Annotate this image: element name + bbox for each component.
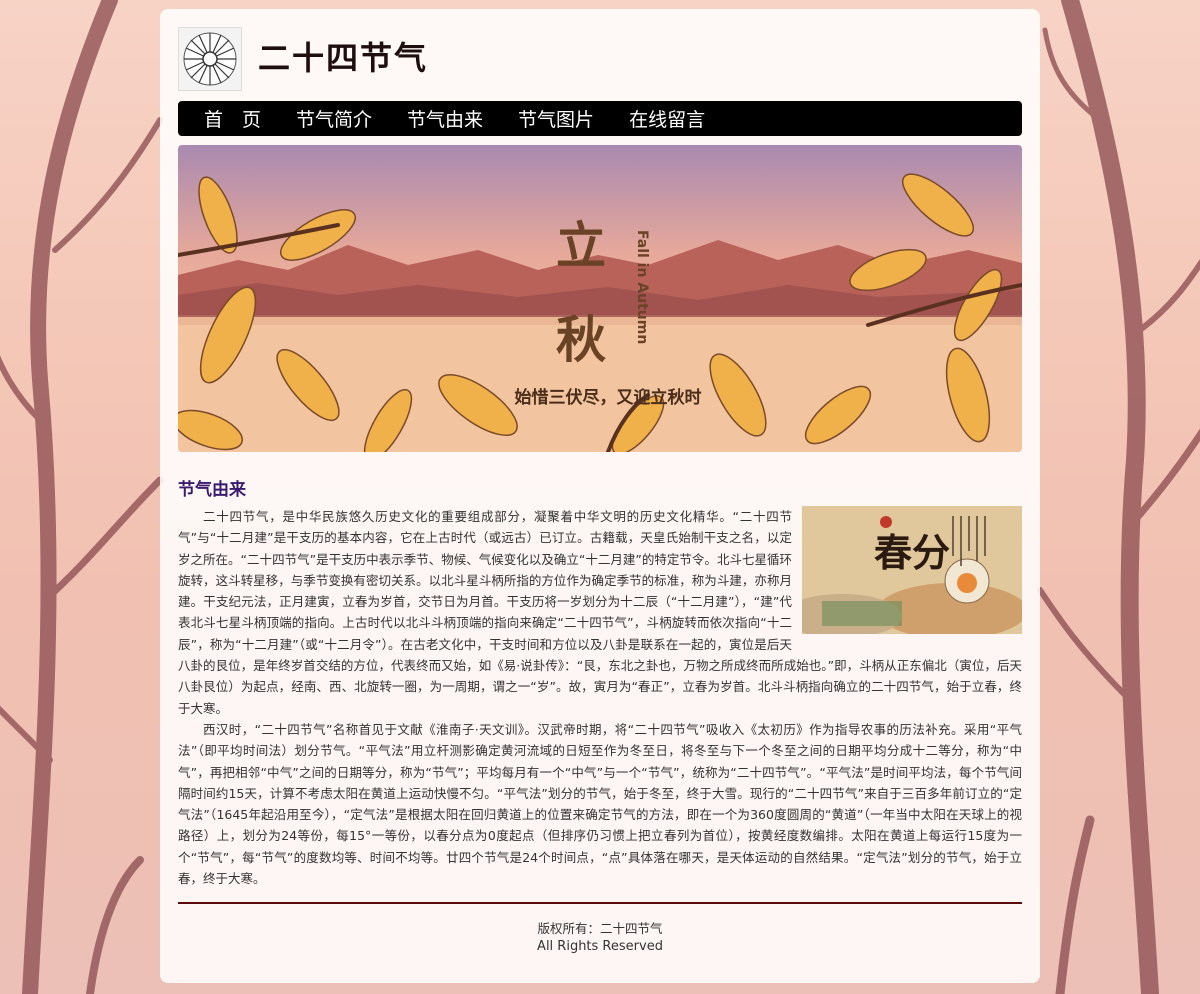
banner-headline-1: 立 [556, 216, 606, 275]
article-thumbnail: 春分 [802, 506, 1022, 634]
banner-headline-2: 秋 [556, 310, 606, 369]
page-container: 二十四节气 首 页 节气简介 节气由来 节气图片 在线留言 立 秋 Fall i… [160, 9, 1040, 983]
main-nav: 首 页 节气简介 节气由来 节气图片 在线留言 [178, 101, 1022, 136]
solar-terms-logo-icon [183, 32, 237, 86]
nav-item-home[interactable]: 首 页 [204, 105, 261, 132]
banner-caption: 始惜三伏尽，又迎立秋时 [515, 387, 702, 408]
footer-divider [178, 902, 1022, 904]
nav-item-intro[interactable]: 节气简介 [296, 105, 372, 132]
thumbnail-headline: 春分 [874, 530, 950, 575]
section-title: 节气由来 [178, 480, 246, 500]
banner-image: 立 秋 Fall in Autumn 始惜三伏尽，又迎立秋时 [178, 145, 1022, 452]
nav-item-pictures[interactable]: 节气图片 [518, 105, 594, 132]
banner-subtitle: Fall in Autumn [634, 230, 650, 344]
site-logo[interactable] [178, 27, 242, 91]
article-paragraph-2: 西汉时，“二十四节气”名称首见于文献《淮南子·天文训》。汉武帝时期，将“二十四节… [178, 721, 1022, 887]
nav-item-guestbook[interactable]: 在线留言 [629, 105, 705, 132]
footer-rights: All Rights Reserved [537, 939, 663, 954]
footer-copyright: 版权所有：二十四节气 [537, 921, 663, 936]
nav-item-origin[interactable]: 节气由来 [407, 105, 483, 132]
site-title: 二十四节气 [258, 39, 429, 77]
